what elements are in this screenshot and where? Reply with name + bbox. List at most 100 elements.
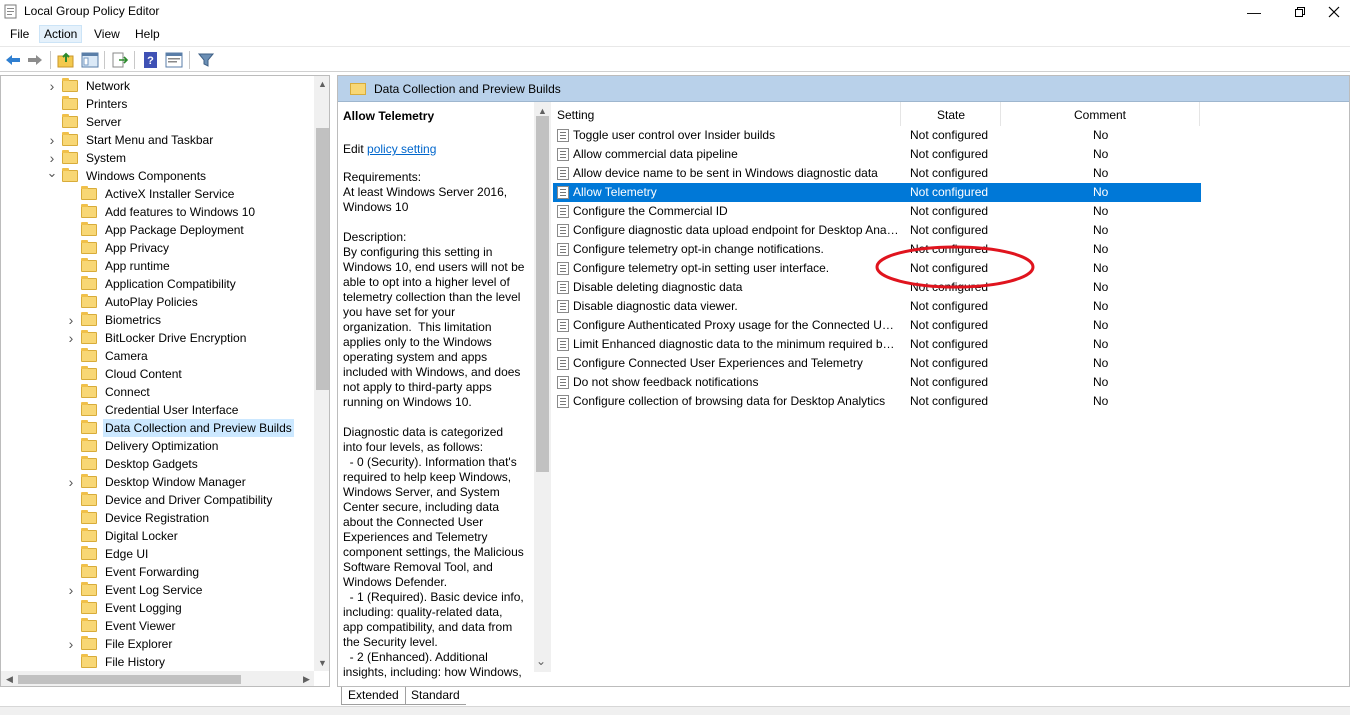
extended-description: Allow Telemetry Edit policy setting Requ… xyxy=(343,106,525,681)
setting-comment: No xyxy=(1093,375,1109,389)
back-icon[interactable] xyxy=(4,51,22,69)
filter-icon[interactable] xyxy=(197,51,215,69)
tree-item-label: Cloud Content xyxy=(105,367,182,381)
folder-icon xyxy=(81,492,97,506)
scroll-left-icon[interactable]: ◀ xyxy=(6,674,13,685)
folder-icon xyxy=(81,636,97,650)
expand-chevron-icon[interactable]: › xyxy=(65,473,77,491)
collapse-chevron-icon[interactable]: ⌄ xyxy=(46,164,58,182)
column-divider[interactable] xyxy=(1000,102,1001,126)
minimize-button[interactable]: — xyxy=(1231,0,1277,24)
tree-scroll-thumb[interactable] xyxy=(316,128,329,390)
tree-item-label: Credential User Interface xyxy=(105,403,239,417)
setting-comment: No xyxy=(1093,394,1109,408)
setting-comment: No xyxy=(1093,128,1109,142)
setting-state: Not configured xyxy=(910,356,989,370)
tree-item-label: Server xyxy=(86,115,122,129)
details-header: Data Collection and Preview Builds xyxy=(338,76,1349,102)
toolbar: ? xyxy=(0,46,1350,72)
menu-help[interactable]: Help xyxy=(135,27,160,41)
tab-extended[interactable]: Extended xyxy=(341,687,406,705)
expand-chevron-icon[interactable]: › xyxy=(65,329,77,347)
menu-view[interactable]: View xyxy=(94,27,120,41)
minimize-icon: — xyxy=(1247,4,1261,20)
policy-setting-icon xyxy=(557,300,569,313)
tree-item-label: Connect xyxy=(105,385,150,399)
policy-setting-icon xyxy=(557,243,569,256)
folder-icon xyxy=(81,474,97,488)
folder-icon xyxy=(81,276,97,290)
setting-comment: No xyxy=(1093,242,1109,256)
window-title: Local Group Policy Editor xyxy=(24,4,160,18)
show-hide-tree-icon[interactable] xyxy=(81,51,99,69)
setting-row[interactable]: Configure collection of browsing data fo… xyxy=(553,392,1201,411)
folder-icon xyxy=(81,654,97,668)
setting-state: Not configured xyxy=(910,166,989,180)
column-header-state[interactable]: State xyxy=(937,108,965,122)
folder-icon xyxy=(81,402,97,416)
properties-icon[interactable] xyxy=(165,51,183,69)
setting-row[interactable]: Toggle user control over Insider builds N… xyxy=(553,126,1201,145)
policy-setting-icon xyxy=(557,281,569,294)
setting-comment: No xyxy=(1093,204,1109,218)
expand-chevron-icon[interactable]: › xyxy=(46,77,58,95)
folder-icon xyxy=(81,528,97,542)
expand-chevron-icon[interactable]: › xyxy=(65,581,77,599)
tree-item-label: Network xyxy=(86,79,131,93)
tree-hscroll-thumb[interactable] xyxy=(18,675,241,684)
column-header-setting[interactable]: Setting xyxy=(557,108,594,122)
close-button[interactable] xyxy=(1318,0,1350,24)
setting-name: Disable diagnostic data viewer. xyxy=(573,299,738,313)
scroll-down-icon[interactable]: ▼ xyxy=(318,658,327,668)
setting-state: Not configured xyxy=(910,375,989,389)
expand-chevron-icon[interactable]: › xyxy=(65,311,77,329)
menu-action[interactable]: Action xyxy=(39,25,83,43)
help-icon[interactable]: ? xyxy=(142,51,160,69)
setting-row[interactable]: Allow commercial data pipeline Not config… xyxy=(553,145,1201,164)
scroll-right-icon[interactable]: ▶ xyxy=(303,674,310,685)
folder-icon xyxy=(81,258,97,272)
setting-row[interactable]: Configure Connected User Experiences and… xyxy=(553,354,1201,373)
folder-icon xyxy=(81,582,97,596)
column-divider[interactable] xyxy=(900,102,901,126)
expand-chevron-icon[interactable]: › xyxy=(65,635,77,653)
scroll-up-icon[interactable]: ▲ xyxy=(318,79,327,89)
folder-icon xyxy=(81,222,97,236)
maximize-button[interactable] xyxy=(1277,0,1323,24)
setting-comment: No xyxy=(1093,299,1109,313)
folder-icon xyxy=(81,240,97,254)
policy-setting-icon xyxy=(557,319,569,332)
folder-icon xyxy=(81,330,97,344)
scroll-down-icon[interactable]: ⌄ xyxy=(536,654,546,668)
setting-row[interactable]: Limit Enhanced diagnostic data to the mi… xyxy=(553,335,1201,354)
setting-name: Configure Authenticated Proxy usage for … xyxy=(573,318,899,332)
policy-setting-link[interactable]: policy setting xyxy=(367,142,436,156)
setting-row[interactable]: Allow device name to be sent in Windows … xyxy=(553,164,1201,183)
menu-file[interactable]: File xyxy=(10,27,29,41)
export-list-icon[interactable] xyxy=(111,51,129,69)
tab-standard[interactable]: Standard xyxy=(405,687,466,705)
setting-row[interactable]: Do not show feedback notifications Not co… xyxy=(553,373,1201,392)
setting-row[interactable]: Disable diagnostic data viewer. Not confi… xyxy=(553,297,1201,316)
scroll-up-icon[interactable]: ▲ xyxy=(538,106,547,116)
settings-table-header: Setting State Comment xyxy=(553,102,1349,126)
column-header-comment[interactable]: Comment xyxy=(1074,108,1126,122)
setting-name: Configure Connected User Experiences and… xyxy=(573,356,863,370)
up-folder-icon[interactable] xyxy=(57,51,75,69)
policy-setting-icon xyxy=(557,262,569,275)
folder-icon xyxy=(81,384,97,398)
tree-item-label: Desktop Window Manager xyxy=(105,475,246,489)
setting-row[interactable]: Configure Authenticated Proxy usage for … xyxy=(553,316,1201,335)
folder-icon xyxy=(81,546,97,560)
setting-name: Allow device name to be sent in Windows … xyxy=(573,166,878,180)
folder-icon xyxy=(81,348,97,362)
expand-chevron-icon[interactable]: › xyxy=(46,131,58,149)
forward-icon[interactable] xyxy=(26,51,44,69)
setting-row[interactable]: Configure diagnostic data upload endpoin… xyxy=(553,221,1201,240)
column-divider[interactable] xyxy=(1199,102,1200,126)
policy-setting-icon xyxy=(557,129,569,142)
description-scroll-thumb[interactable] xyxy=(536,116,549,472)
setting-row[interactable]: Configure the Commercial ID Not configure… xyxy=(553,202,1201,221)
setting-row[interactable]: Allow Telemetry Not configured No xyxy=(553,183,1201,202)
close-icon xyxy=(1328,6,1340,18)
